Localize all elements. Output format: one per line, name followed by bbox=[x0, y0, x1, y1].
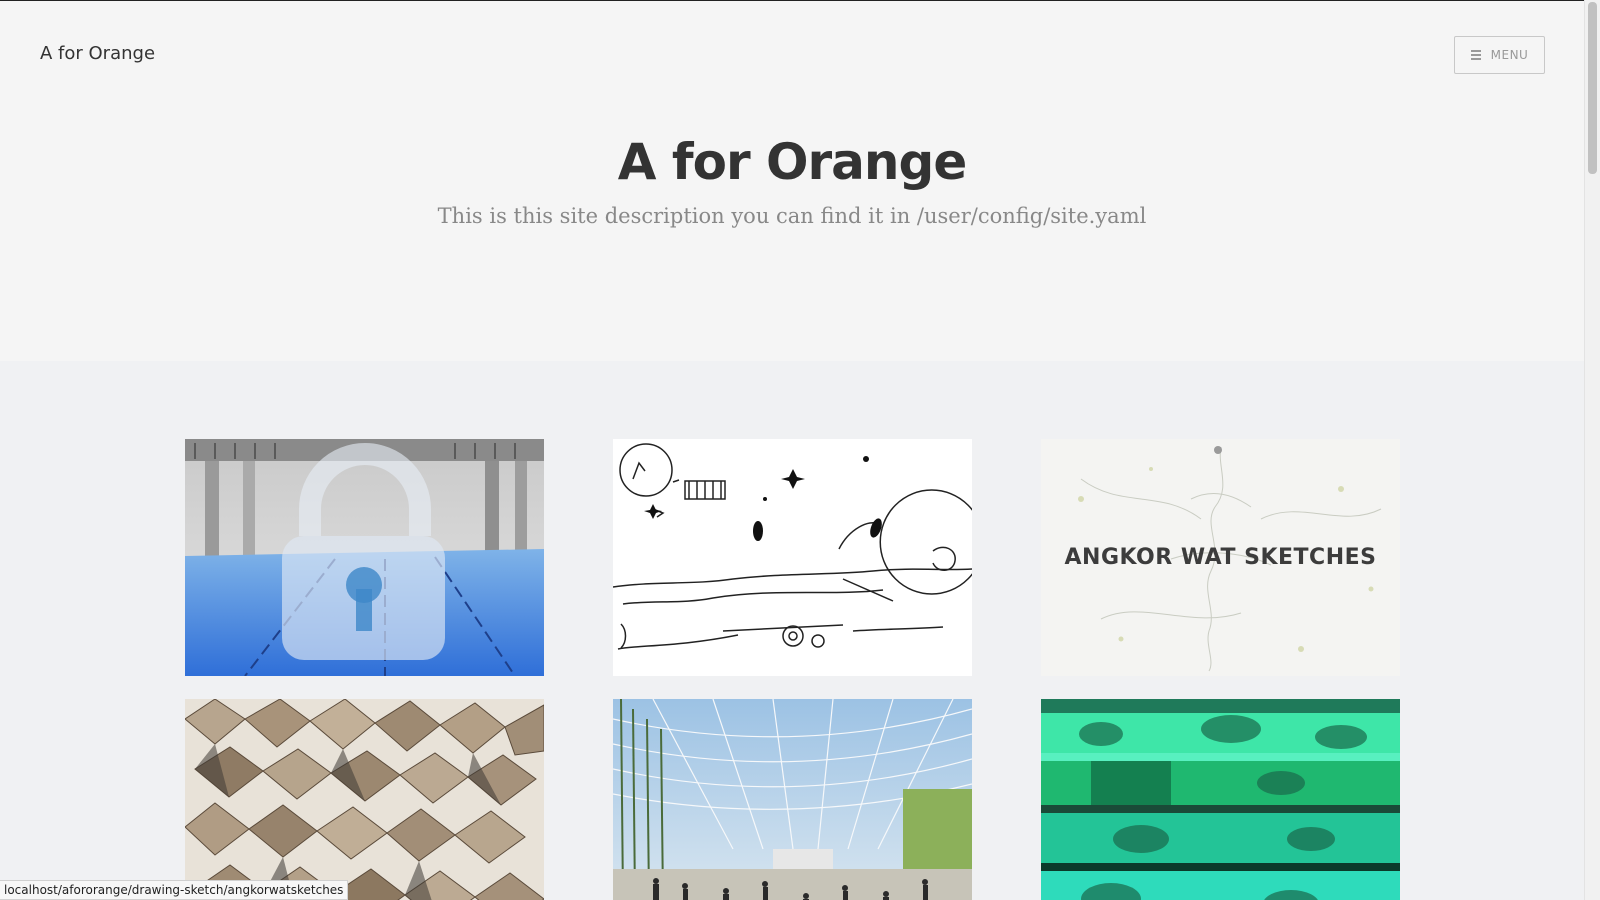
gallery-tile-line-sketch[interactable] bbox=[613, 439, 972, 676]
green-glitch-image bbox=[1041, 699, 1400, 900]
vertical-scrollbar[interactable] bbox=[1584, 0, 1600, 900]
folded-panels-image bbox=[185, 699, 544, 900]
gallery-tile-folded-panels[interactable] bbox=[185, 699, 544, 900]
scrollbar-thumb[interactable] bbox=[1588, 2, 1597, 174]
pool-render-image bbox=[185, 439, 544, 676]
menu-label: MENU bbox=[1490, 48, 1529, 62]
atrium-render-image bbox=[613, 699, 972, 900]
gallery-grid: ANGKOR WAT SKETCHES bbox=[0, 361, 1584, 900]
site-description: This is this site description you can fi… bbox=[437, 204, 1147, 228]
hamburger-icon bbox=[1470, 50, 1481, 60]
site-header: A for Orange MENU A for Orange This is t… bbox=[0, 1, 1584, 361]
hero-title: A for Orange bbox=[617, 133, 967, 191]
gallery-tile-green-glitch-photo[interactable] bbox=[1041, 699, 1400, 900]
menu-button[interactable]: MENU bbox=[1454, 36, 1545, 74]
browser-status-bar: localhost/afororange/drawing-sketch/angk… bbox=[0, 880, 349, 900]
gallery-tile-pool-render[interactable] bbox=[185, 439, 544, 676]
gallery-tile-atrium-render[interactable] bbox=[613, 699, 972, 900]
line-sketch-image bbox=[613, 439, 972, 676]
gallery-tile-angkor-wat-sketches[interactable]: ANGKOR WAT SKETCHES bbox=[1041, 439, 1400, 676]
site-brand-link[interactable]: A for Orange bbox=[40, 43, 155, 64]
tile-caption-angkor-wat: ANGKOR WAT SKETCHES bbox=[1064, 545, 1377, 570]
